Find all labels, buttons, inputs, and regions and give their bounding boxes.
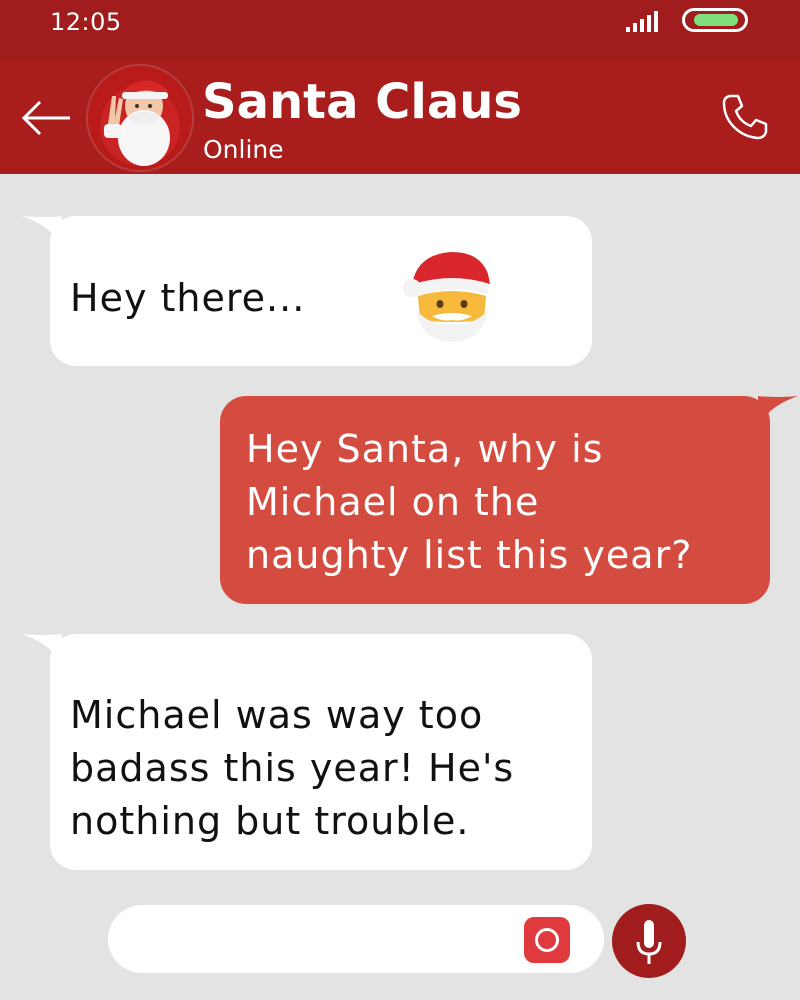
status-bar: 12:05 bbox=[0, 0, 800, 60]
message-text: Hey Santa, why is bbox=[246, 427, 604, 471]
contact-status: Online bbox=[203, 135, 284, 164]
message-incoming: Michael was way too badass this year! He… bbox=[50, 634, 592, 870]
santa-face-emoji-icon bbox=[403, 252, 490, 342]
chat-header: Santa Claus Online bbox=[0, 60, 800, 174]
message-input[interactable] bbox=[108, 905, 604, 973]
microphone-icon bbox=[636, 920, 662, 964]
battery-icon bbox=[682, 8, 748, 32]
phone-icon[interactable] bbox=[718, 90, 772, 144]
message-text: badass this year! He's bbox=[70, 746, 515, 790]
status-time: 12:05 bbox=[50, 8, 122, 36]
santa-avatar-image bbox=[88, 66, 192, 170]
back-arrow-icon[interactable] bbox=[20, 98, 74, 138]
message-text: Michael was way too bbox=[70, 693, 484, 737]
message-text: nothing but trouble. bbox=[70, 799, 470, 843]
avatar[interactable] bbox=[88, 66, 192, 170]
message-text: naughty list this year? bbox=[246, 533, 693, 577]
message-incoming: Hey there... bbox=[50, 216, 592, 366]
signal-bars-icon bbox=[626, 11, 658, 32]
message-text: Hey there... bbox=[70, 276, 306, 320]
camera-icon[interactable] bbox=[524, 917, 570, 963]
microphone-button[interactable] bbox=[612, 904, 686, 978]
contact-name: Santa Claus bbox=[202, 74, 522, 130]
battery-level bbox=[694, 14, 738, 26]
message-outgoing: Hey Santa, why is Michael on the naughty… bbox=[220, 396, 770, 604]
camera-lens bbox=[535, 928, 559, 952]
message-text: Michael on the bbox=[246, 480, 540, 524]
